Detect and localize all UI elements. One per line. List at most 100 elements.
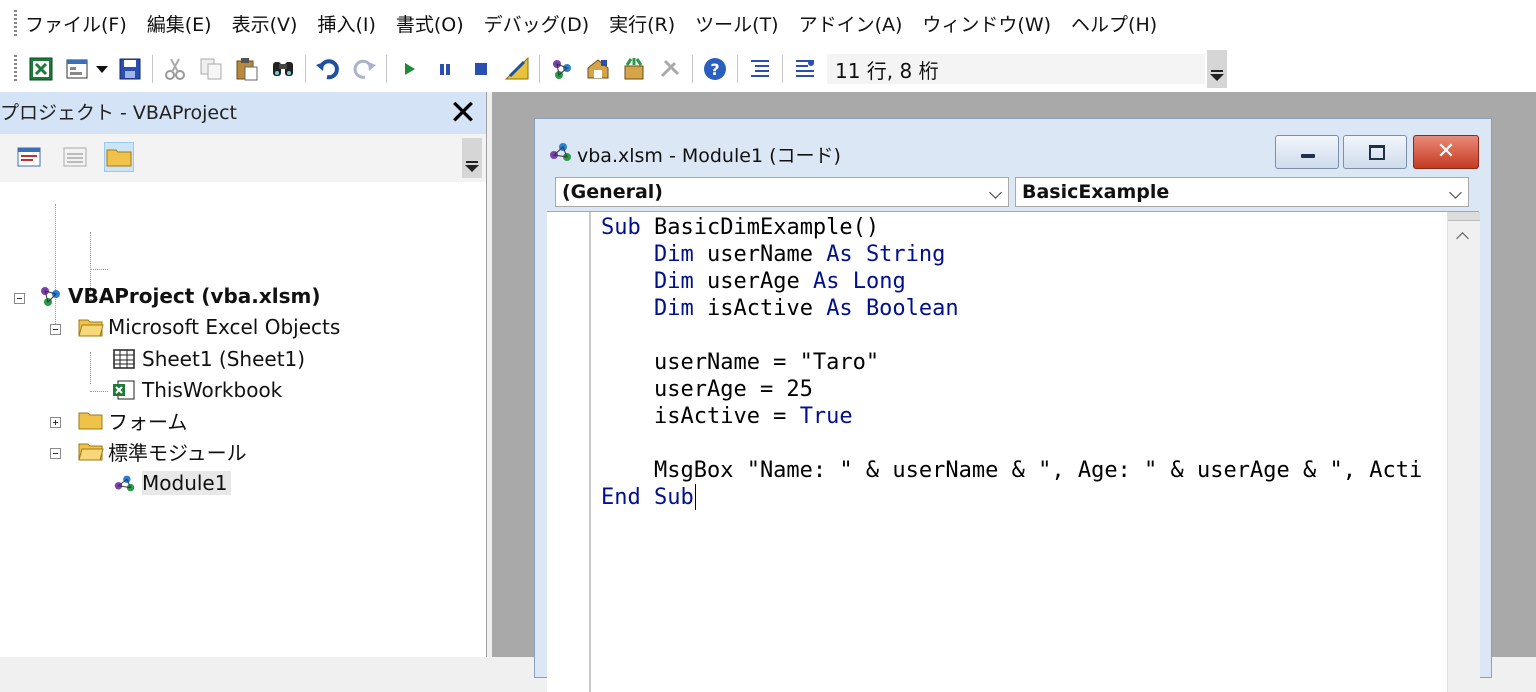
undo-button[interactable] [313,54,343,84]
project-explorer-button[interactable] [547,54,577,84]
tree-item-sheet1[interactable]: Sheet1 (Sheet1) [112,344,305,374]
indent-button[interactable] [745,54,775,84]
close-icon: ✕ [1436,139,1456,164]
tree-connector [90,269,108,270]
code-keyword: True [799,404,853,429]
menu-file[interactable]: ファイル(F) [25,10,127,37]
undo-icon [316,59,339,80]
object-browser-button[interactable] [619,54,649,84]
code-text-area[interactable]: Sub BasicDimExample() Dim userName As St… [601,212,1446,692]
code-token: userName = "Taro" [601,350,880,375]
menu-format[interactable]: 書式(O) [396,10,464,37]
break-button[interactable] [430,54,460,84]
design-mode-button[interactable] [502,54,532,84]
code-line[interactable]: Sub BasicDimExample() [601,214,879,241]
menu-view[interactable]: 表示(V) [232,10,298,37]
close-button[interactable]: ✕ [1413,135,1479,169]
tree-item-vbaproject[interactable]: VBAProject (vba.xlsm) [38,281,321,311]
help-button[interactable]: ? [700,54,730,84]
chevron-up-icon[interactable] [1456,232,1469,245]
toolbar-overflow-button[interactable] [1207,50,1227,88]
split-bar[interactable] [1448,212,1480,221]
code-keyword: Dim [653,269,694,294]
insert-dropdown-button[interactable] [94,54,110,84]
collapse-toggle[interactable] [50,448,61,459]
menu-grip[interactable] [14,10,17,36]
minimize-button[interactable] [1275,135,1339,169]
collapse-toggle[interactable] [50,324,61,335]
menu-run[interactable]: 実行(R) [609,10,675,37]
menu-tools[interactable]: ツール(T) [695,10,778,37]
object-combo[interactable]: (General) [555,177,1009,207]
code-line[interactable]: userAge = 25 [601,376,813,403]
code-keyword: End Sub [601,485,694,510]
vertical-scrollbar[interactable] [1447,212,1480,692]
cut-button[interactable] [160,54,190,84]
menu-addins[interactable]: アドイン(A) [799,10,903,37]
expand-toggle[interactable] [50,417,61,428]
object-browser-icon [624,58,644,80]
pane-toolbar-overflow-button[interactable] [462,138,482,178]
toggle-folders-button[interactable] [104,142,134,172]
code-token: userAge = 25 [601,377,813,402]
tree-item-module1[interactable]: Module1 [112,468,232,498]
menu-insert[interactable]: 挿入(I) [317,10,375,37]
menu-help[interactable]: ヘルプ(H) [1071,10,1157,37]
tree-connector [55,204,56,334]
insert-userform-button[interactable] [62,54,92,84]
save-icon [119,58,141,80]
close-icon[interactable]: ✕ [446,96,480,130]
indicator-margin[interactable] [547,212,591,692]
code-line[interactable]: isActive = True [601,403,853,430]
toolbox-button[interactable] [655,54,685,84]
code-line[interactable]: MsgBox "Name: " & userName & ", Age: " &… [601,457,1422,484]
code-line[interactable]: userName = "Taro" [601,349,879,376]
run-button[interactable] [394,54,424,84]
view-code-button[interactable] [14,142,44,172]
tree-item-forms[interactable]: フォーム [78,405,187,435]
tree-item-excel-objects[interactable]: Microsoft Excel Objects [78,312,340,342]
tree-item-thisworkbook[interactable]: ThisWorkbook [112,375,282,405]
code-token: isActive = [601,404,800,429]
save-button[interactable] [115,54,145,84]
maximize-button[interactable] [1343,135,1407,169]
tree-item-modules[interactable]: 標準モジュール [78,436,247,466]
collapse-toggle[interactable] [14,293,25,304]
redo-button[interactable] [349,54,379,84]
code-line[interactable]: Dim userAge As Long [601,268,906,295]
tree-connector [90,352,91,384]
procedure-combo[interactable]: BasicExample [1015,177,1469,207]
reset-icon [475,63,487,75]
menu-edit[interactable]: 編集(E) [147,10,212,37]
code-window: vba.xlsm - Module1 (コード) ✕ (General) Bas… [534,118,1492,692]
code-token: isActive [693,296,827,321]
outdent-button[interactable] [790,54,820,84]
project-pane-titlebar[interactable]: プロジェクト - VBAProject ✕ [0,92,486,134]
code-line[interactable]: Dim userName As String [601,241,945,268]
properties-window-icon [587,59,609,79]
code-editor[interactable]: Sub BasicDimExample() Dim userName As St… [547,211,1480,692]
reset-button[interactable] [466,54,496,84]
code-window-titlebar[interactable]: vba.xlsm - Module1 (コード) ✕ [535,119,1491,175]
outdent-icon [796,60,814,77]
code-line[interactable]: Dim isActive As Boolean [601,295,959,322]
properties-window-button[interactable] [583,54,613,84]
view-object-button[interactable] [60,142,90,172]
code-line[interactable]: End Sub [601,484,694,511]
project-pane-toolbar [0,134,486,182]
find-button[interactable] [268,54,298,84]
code-dropdown-bar: (General) BasicExample [555,177,1475,209]
dropdown-arrow-icon [96,66,108,73]
object-combo-value: (General) [562,181,663,203]
project-tree: VBAProject (vba.xlsm) Microsoft Excel Ob… [0,184,486,657]
open-folder-icon [78,315,104,339]
paste-button[interactable] [232,54,262,84]
menu-debug[interactable]: デバッグ(D) [484,10,589,37]
toolbar-grip[interactable] [14,55,17,83]
view-excel-button[interactable] [26,54,56,84]
menu-window[interactable]: ウィンドウ(W) [922,10,1051,37]
copy-button[interactable] [196,54,226,84]
project-explorer-icon [553,60,571,79]
